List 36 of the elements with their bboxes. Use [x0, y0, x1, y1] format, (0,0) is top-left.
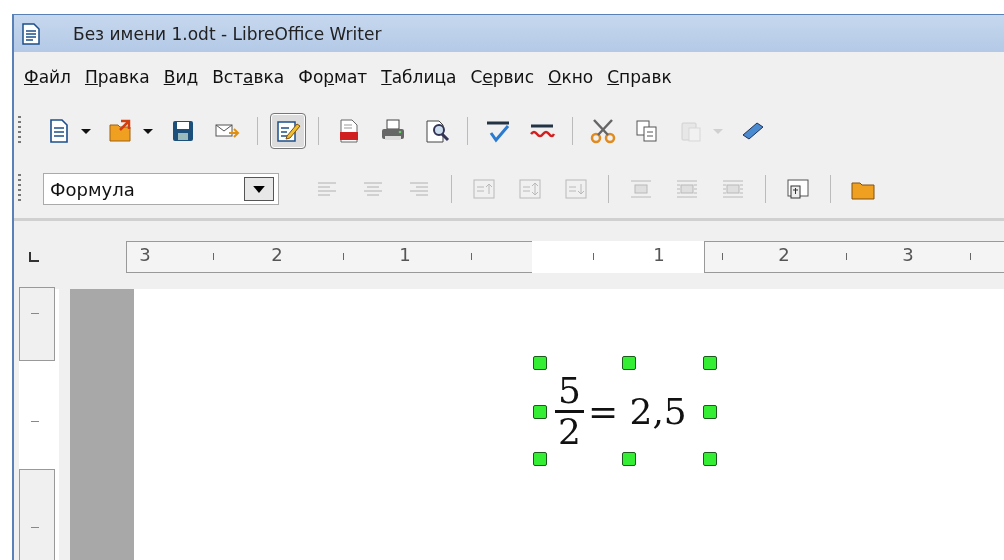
toolbar-grip[interactable]	[18, 116, 21, 146]
selection-handle[interactable]	[533, 452, 547, 466]
ruler-number: 3	[902, 244, 914, 265]
menu-item[interactable]: Файл	[18, 67, 79, 87]
selection-handle[interactable]	[703, 452, 717, 466]
edit-button[interactable]	[270, 113, 306, 149]
menu-item[interactable]: Таблица	[375, 67, 465, 87]
dropdown-arrow-icon	[713, 128, 723, 134]
toolbar-grip[interactable]	[18, 174, 21, 204]
style-dropdown[interactable]: Формула	[43, 173, 279, 205]
magnifier-page-icon	[423, 117, 451, 145]
dropdown-arrow-icon	[143, 128, 153, 134]
scissors-icon	[589, 117, 617, 145]
selection-handle[interactable]	[703, 405, 717, 419]
dropdown-arrow-icon	[81, 128, 91, 134]
ruler-number: 2	[778, 244, 790, 265]
menu-item[interactable]: Справк	[601, 67, 680, 87]
selection-handle[interactable]	[622, 356, 636, 370]
ruler-number: 1	[399, 244, 411, 265]
menu-item[interactable]: Сервис	[464, 67, 542, 87]
ruler-number: 3	[139, 244, 151, 265]
menu-item[interactable]: Формат	[292, 67, 376, 87]
menu-item[interactable]: Правка	[79, 67, 158, 87]
dropdown-arrow-icon[interactable]	[253, 185, 265, 193]
tab-stop-icon[interactable]	[28, 251, 40, 263]
menu-item[interactable]: Вид	[157, 67, 207, 87]
selection-handle[interactable]	[703, 356, 717, 370]
menu-item[interactable]: Окно	[542, 67, 602, 87]
ruler-number: 2	[271, 244, 283, 265]
document-icon	[19, 21, 43, 46]
selection-handle[interactable]	[533, 405, 547, 419]
selection-handle[interactable]	[622, 452, 636, 466]
selection-handle[interactable]	[533, 356, 547, 370]
menu-item[interactable]: Вставка	[206, 67, 293, 87]
window-title: Без имени 1.odt - LibreOffice Writer	[73, 23, 382, 44]
ruler-number: 1	[653, 244, 665, 265]
